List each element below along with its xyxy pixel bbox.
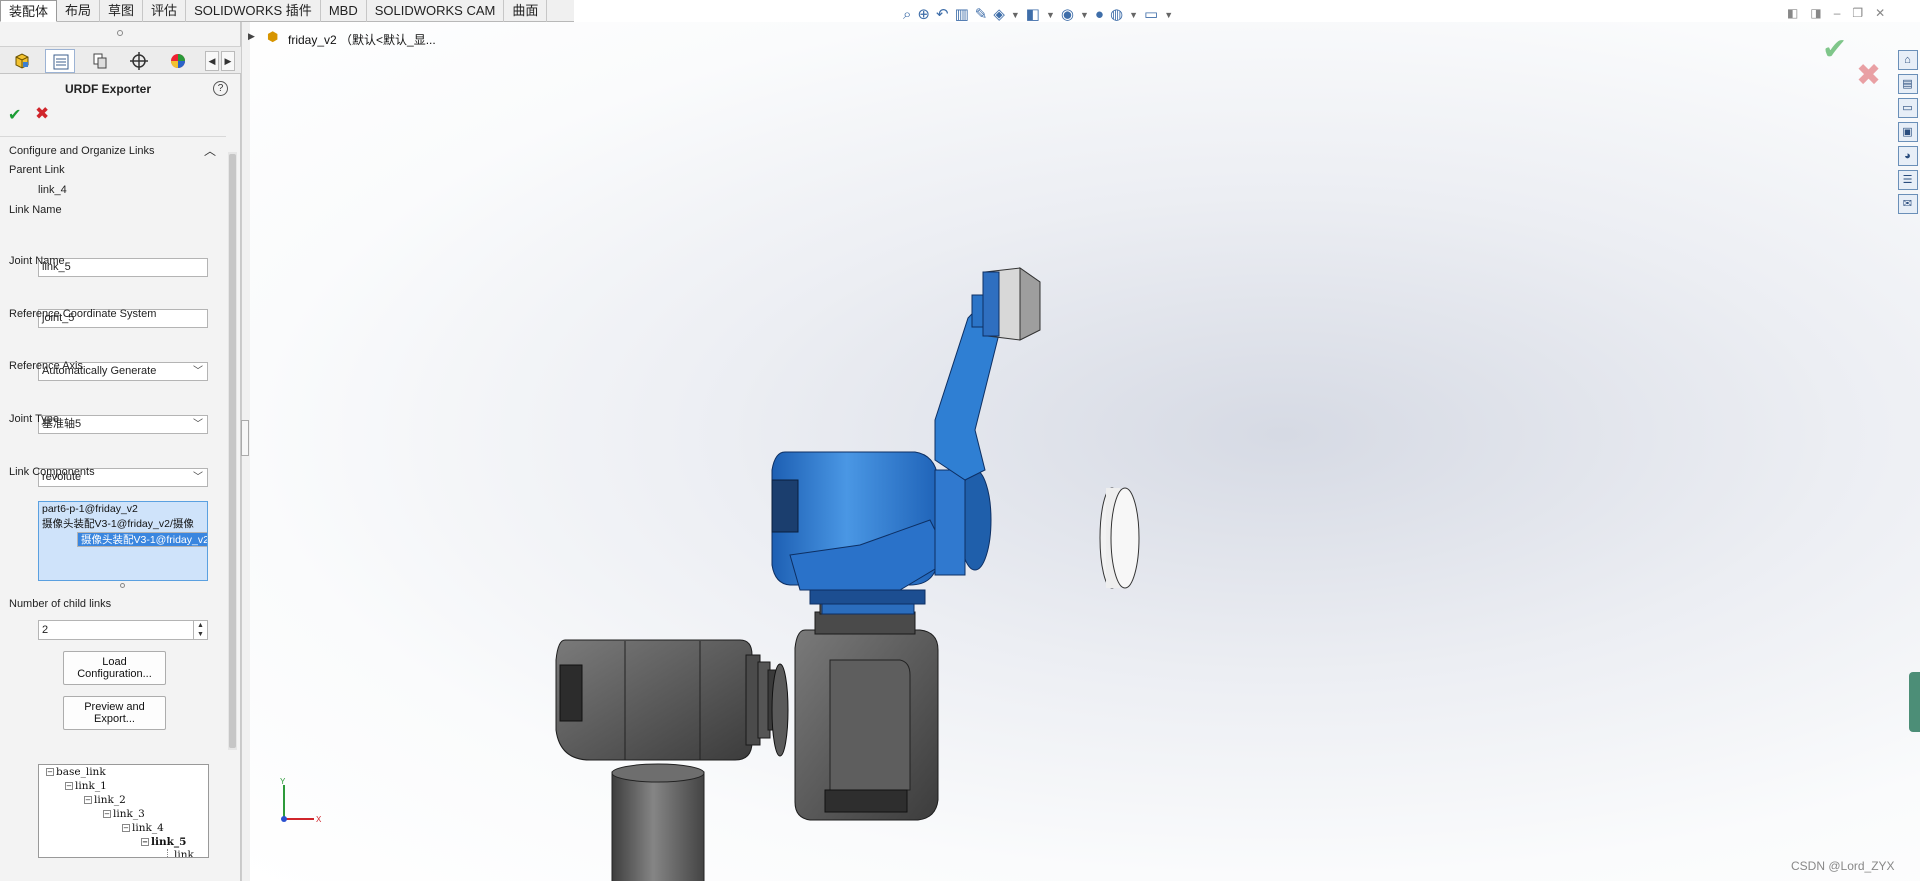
base-column-link[interactable] [611, 763, 705, 881]
axis-triad: Y X [280, 777, 322, 824]
robot-arm-model[interactable] [0, 0, 1920, 881]
blue-wrist-motor[interactable] [771, 451, 992, 615]
camera-module[interactable] [982, 267, 1041, 341]
triad-y-label: Y [280, 777, 286, 786]
elbow-housing[interactable] [794, 599, 939, 821]
triad-x-label: X [316, 815, 322, 824]
loose-disc-part[interactable] [1099, 487, 1140, 589]
shoulder-motor[interactable] [555, 639, 789, 761]
watermark-text: CSDN @Lord_ZYX [1791, 859, 1895, 873]
